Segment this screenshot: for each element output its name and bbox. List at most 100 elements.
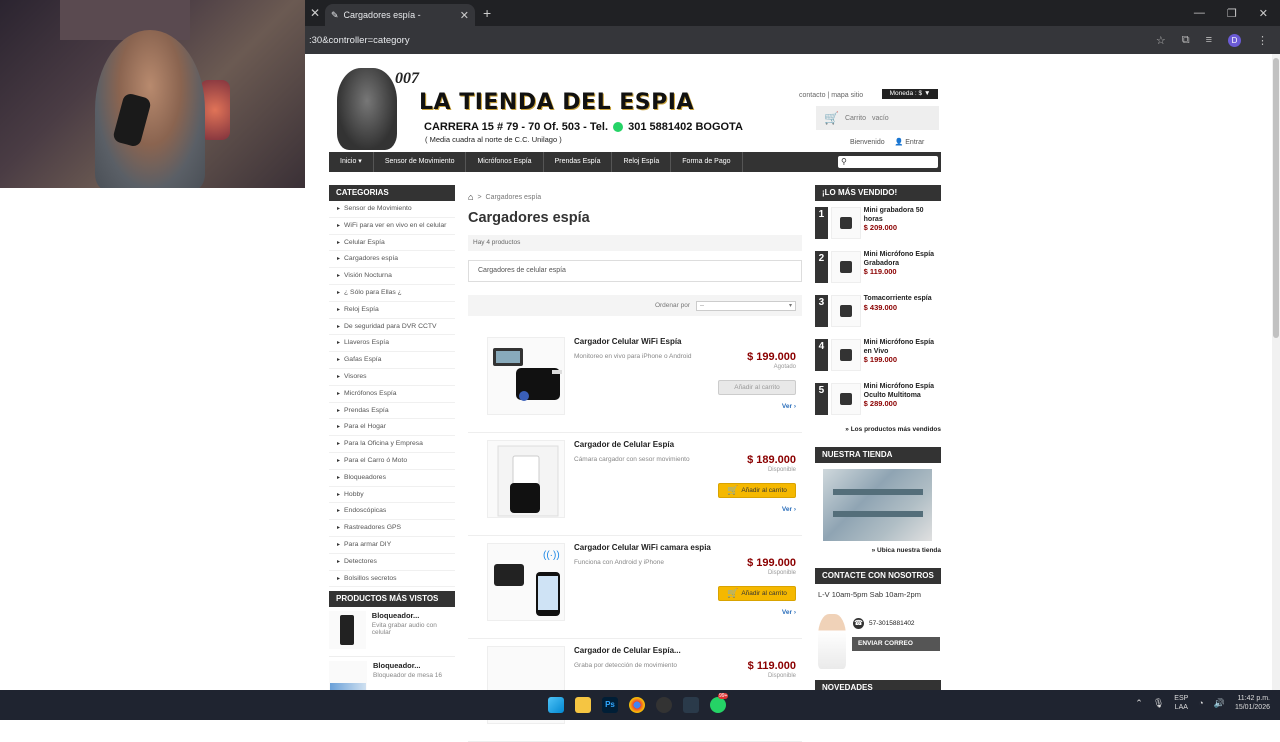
product-image[interactable]	[487, 337, 565, 415]
nav-inicio[interactable]: Inicio ▾	[329, 152, 374, 172]
start-icon[interactable]	[548, 697, 564, 713]
category-item[interactable]: ▸ Reloj Espía	[329, 302, 455, 319]
obs-icon[interactable]	[656, 697, 672, 713]
viewed-item[interactable]: Bloqueador... Evita grabar audio con celu…	[329, 607, 455, 658]
best-seller-name[interactable]: Mini Micrófono Espía Oculto Multitoma	[864, 383, 941, 400]
view-link[interactable]: Ver ›	[782, 609, 796, 616]
store-photo[interactable]	[823, 469, 932, 541]
search-input[interactable]: ⚲	[838, 156, 938, 168]
nav-sensor[interactable]: Sensor de Movimiento	[374, 152, 467, 172]
spy-logo-image[interactable]	[337, 68, 397, 150]
view-link[interactable]: Ver ›	[782, 506, 796, 513]
add-to-cart-button[interactable]: Añadir al carrito	[718, 380, 796, 395]
category-item[interactable]: ▸ Bolsillos secretos	[329, 571, 455, 588]
url-field[interactable]: :30&controller=category	[309, 35, 1156, 46]
scrollbar-thumb[interactable]	[1273, 58, 1279, 338]
photoshop-icon[interactable]: Ps	[602, 697, 618, 713]
contact-link[interactable]: contacto	[799, 92, 825, 99]
sort-select[interactable]: -- ▾	[696, 300, 796, 311]
product-image[interactable]: ((·))	[487, 543, 565, 621]
add-to-cart-button[interactable]: 🛒 Añadir al carrito	[718, 483, 796, 498]
best-seller-item[interactable]: 5 Mini Micrófono Espía Oculto Multitoma $ …	[815, 380, 941, 424]
category-item[interactable]: ▸ Prendas Espía	[329, 403, 455, 420]
sitemap-link[interactable]: mapa sitio	[831, 92, 863, 99]
category-item[interactable]: ▸ Detectores	[329, 554, 455, 571]
product-name[interactable]: Cargador de Celular Espía	[574, 440, 714, 449]
media-icon[interactable]: ≡	[1206, 34, 1212, 46]
viewed-item-image[interactable]	[329, 611, 366, 650]
category-item[interactable]: ▸ Para el Hogar	[329, 419, 455, 437]
category-item[interactable]: ▸ Visores	[329, 369, 455, 386]
best-seller-item[interactable]: 1 Mini grabadora 50 horas $ 209.000	[815, 204, 941, 248]
profile-avatar[interactable]: D	[1228, 33, 1241, 47]
wifi-icon[interactable]: ◔	[1198, 698, 1203, 708]
add-to-cart-button[interactable]: 🛒 Añadir al carrito	[718, 586, 796, 601]
category-item[interactable]: ▸ Bloqueadores	[329, 470, 455, 487]
nav-reloj[interactable]: Reloj Espía	[612, 152, 672, 172]
best-seller-image[interactable]	[830, 207, 861, 239]
category-item[interactable]: ▸ Endoscópicas	[329, 503, 455, 521]
whatsapp-taskbar-icon[interactable]: 99+	[710, 693, 729, 713]
language-indicator[interactable]: ESP LAA	[1174, 694, 1188, 712]
chrome-icon[interactable]	[629, 697, 645, 713]
app-icon[interactable]	[683, 697, 699, 713]
nav-forma-pago[interactable]: Forma de Pago	[671, 152, 743, 172]
category-item[interactable]: ▸ Para el Carro ó Moto	[329, 453, 455, 470]
best-seller-name[interactable]: Mini Micrófono Espía en Vivo	[864, 339, 941, 356]
extensions-icon[interactable]: ⧉	[1182, 34, 1190, 47]
best-seller-image[interactable]	[830, 251, 861, 283]
category-item[interactable]: ▸ Visión Nocturna	[329, 268, 455, 285]
best-seller-name[interactable]: Mini grabadora 50 horas	[864, 207, 941, 224]
nav-microfonos[interactable]: Micrófonos Espía	[466, 152, 544, 172]
category-item[interactable]: ▸ Gafas Espía	[329, 352, 455, 369]
cart-block[interactable]: 🛒 Carrito vacío	[816, 106, 939, 130]
category-item[interactable]: ▸ Rastreadores GPS	[329, 520, 455, 537]
product-name[interactable]: Cargador Celular WiFi camara espia	[574, 543, 714, 552]
more-best-sellers-link[interactable]: » Los productos más vendidos	[815, 426, 941, 433]
new-tab-icon[interactable]: +	[483, 5, 491, 21]
best-seller-name[interactable]: Mini Micrófono Espía Grabadora	[864, 251, 941, 268]
best-seller-image[interactable]	[830, 339, 861, 371]
category-item[interactable]: ▸ WiFi para ver en vivo en el celular	[329, 218, 455, 235]
category-item[interactable]: ▸ De seguridad para DVR CCTV	[329, 319, 455, 336]
browser-tab-active[interactable]: ✎ Cargadores espía - ✕	[325, 4, 475, 26]
home-icon[interactable]: ⌂	[468, 192, 473, 202]
clock[interactable]: 11:42 p.m. 15/01/2026	[1235, 694, 1270, 712]
logo-title[interactable]: LA TIENDA DEL ESPIA	[419, 90, 694, 115]
login-link[interactable]: Entrar	[905, 139, 924, 146]
bookmark-star-icon[interactable]: ☆	[1156, 34, 1166, 47]
best-seller-item[interactable]: 4 Mini Micrófono Espía en Vivo $ 199.000	[815, 336, 941, 380]
category-item[interactable]: ▸ Llaveros Espía	[329, 335, 455, 353]
product-name[interactable]: Cargador Celular WiFi Espía	[574, 337, 714, 346]
category-item[interactable]: ▸ Hobby	[329, 487, 455, 504]
category-item[interactable]: ▸ Para la Oficina y Empresa	[329, 436, 455, 453]
best-seller-image[interactable]	[830, 383, 861, 415]
viewed-item-name[interactable]: Bloqueador...	[372, 611, 455, 620]
nav-prendas[interactable]: Prendas Espía	[544, 152, 613, 172]
currency-selector[interactable]: Moneda : $ ▼	[882, 89, 938, 99]
send-email-button[interactable]: ENVIAR CORREO	[852, 637, 940, 651]
view-link[interactable]: Ver ›	[782, 403, 796, 410]
best-seller-item[interactable]: 3 Tomacorriente espía $ 439.000	[815, 292, 941, 336]
product-name[interactable]: Cargador de Celular Espía...	[574, 646, 714, 655]
best-seller-item[interactable]: 2 Mini Micrófono Espía Grabadora $ 119.000	[815, 248, 941, 292]
category-item[interactable]: ▸ Micrófonos Espía	[329, 386, 455, 403]
file-explorer-icon[interactable]	[575, 697, 591, 713]
best-seller-image[interactable]	[830, 295, 861, 327]
store-location-link[interactable]: » Ubica nuestra tienda	[815, 547, 941, 554]
category-item[interactable]: ▸ ¿ Sólo para Ellas ¿	[329, 285, 455, 302]
product-image[interactable]	[487, 440, 565, 518]
tab-close-icon[interactable]: ✕	[460, 9, 469, 22]
close-window-icon[interactable]: ✕	[1259, 7, 1268, 20]
viewed-item-name[interactable]: Bloqueador...	[373, 661, 442, 670]
browser-menu-icon[interactable]: ⋮	[1257, 34, 1268, 47]
tray-chevron-icon[interactable]: ⌃	[1135, 698, 1143, 709]
page-scrollbar[interactable]	[1272, 54, 1280, 690]
category-item[interactable]: ▸ Para armar DIY	[329, 537, 455, 554]
minimize-icon[interactable]: —	[1194, 7, 1205, 20]
category-item[interactable]: ▸ Celular Espía	[329, 235, 455, 252]
microphone-tray-icon[interactable]: 🎙	[1153, 698, 1164, 709]
category-item[interactable]: ▸ Cargadores espía	[329, 251, 455, 269]
close-tab-icon[interactable]: ✕	[305, 6, 325, 20]
maximize-icon[interactable]: ❐	[1227, 7, 1237, 20]
